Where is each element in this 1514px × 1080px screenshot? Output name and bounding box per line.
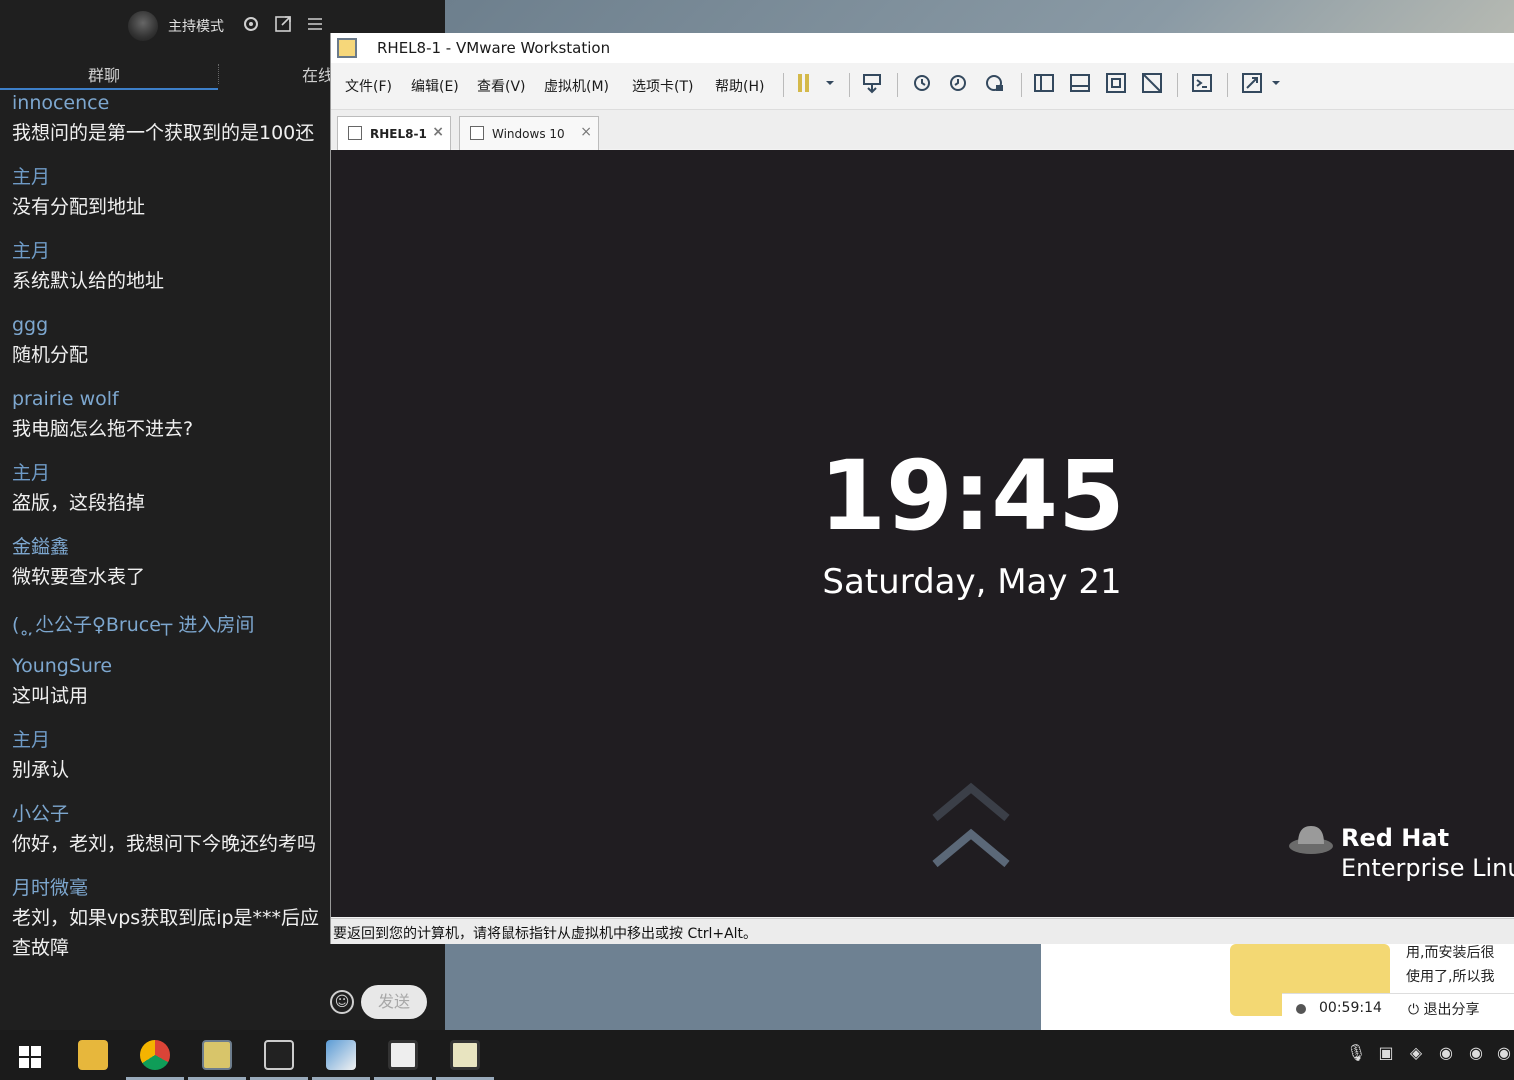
taskbar-media-player[interactable] [248, 1036, 310, 1080]
menu-icon[interactable] [304, 14, 326, 36]
microphone-icon[interactable]: 🎙 [1346, 1043, 1366, 1067]
vm-tab-icon [470, 126, 484, 140]
chevron-down-icon[interactable] [817, 72, 843, 98]
window-title: RHEL8-1 - VMware Workstation [377, 39, 611, 57]
menu-bar: 文件(F) 编辑(E) 查看(V) 虚拟机(M) 选项卡(T) 帮助(H) [331, 67, 1514, 103]
taskbar-file-explorer[interactable] [62, 1036, 124, 1080]
toolbar-divider [1227, 73, 1228, 97]
send-ctrl-alt-del-icon[interactable] [859, 72, 885, 98]
vmware-icon [202, 1040, 232, 1070]
tab-windows-10[interactable]: Windows 10 × [459, 116, 599, 150]
record-icon [1296, 1004, 1306, 1014]
tab-group-chat[interactable]: 群聊 [88, 62, 120, 86]
toolbar-divider [1021, 73, 1022, 97]
qq-icon[interactable]: ◉ [1436, 1043, 1456, 1067]
share-timer: 00:59:14 [1319, 1000, 1382, 1016]
sidebar-toggle-icon[interactable] [1031, 72, 1057, 98]
menu-vm[interactable]: 虚拟机(M) [544, 76, 609, 96]
status-hint: 要返回到您的计算机，请将鼠标指针从虚拟机中移出或按 Ctrl+Alt。 [333, 926, 758, 942]
start-button[interactable] [0, 1036, 62, 1080]
menu-help[interactable]: 帮助(H) [715, 76, 764, 96]
lockscreen-time: 19:45 [819, 440, 1125, 552]
menu-file[interactable]: 文件(F) [345, 76, 392, 96]
stretch-guest-icon[interactable] [1239, 72, 1265, 98]
vm-tab-icon [348, 126, 362, 140]
redhat-logo-icon [1289, 826, 1333, 854]
redhat-product: Enterprise Linu [1341, 854, 1514, 882]
menu-edit[interactable]: 编辑(E) [411, 76, 459, 96]
exit-share-button[interactable]: ⏻ 退出分享 [1408, 999, 1480, 1019]
tab-label: RHEL8-1 [370, 127, 427, 141]
unity-mode-icon[interactable] [1139, 72, 1165, 98]
lockscreen-date: Saturday, May 21 [822, 562, 1122, 602]
tab-rhel8-1[interactable]: RHEL8-1 × [337, 116, 451, 150]
media-player-icon [264, 1040, 294, 1070]
exit-share-label: 退出分享 [1423, 1002, 1480, 1018]
taskbar-app-terminal-2[interactable] [434, 1036, 496, 1080]
qq-icon[interactable]: ◉ [1494, 1043, 1514, 1067]
snapshot-icon[interactable] [909, 72, 935, 98]
chat-input-bar: ☺ 发送 [328, 984, 445, 1020]
fullscreen-icon[interactable] [1103, 72, 1129, 98]
tray-app-icon[interactable]: ▣ [1376, 1043, 1396, 1067]
tray-app-icon[interactable]: ◈ [1406, 1043, 1426, 1067]
taskbar-chrome[interactable] [124, 1036, 186, 1080]
pause-icon[interactable] [791, 72, 817, 98]
app-icon [388, 1040, 418, 1070]
chevron-up-icon[interactable] [931, 828, 1011, 868]
chrome-icon [140, 1040, 170, 1070]
share-caption-line: 用,而安装后很 [1406, 945, 1495, 961]
app-icon [450, 1040, 480, 1070]
emoji-icon[interactable]: ☺ [330, 990, 354, 1014]
toolbar-divider [897, 73, 898, 97]
redhat-brand: Red Hat [1341, 824, 1450, 852]
vm-tab-strip: RHEL8-1 × Windows 10 × [331, 109, 1514, 150]
share-caption-line: 使用了,所以我 [1406, 969, 1495, 985]
vmware-logo-icon [337, 38, 357, 58]
host-avatar[interactable] [128, 11, 158, 41]
window-titlebar[interactable]: RHEL8-1 - VMware Workstation [331, 33, 1514, 63]
toolbar-divider [849, 73, 850, 97]
thumbnail-bar-icon[interactable] [1067, 72, 1093, 98]
close-icon[interactable]: × [432, 124, 444, 140]
system-join-notice: (˳ ̦̦̦尐公子♀Bruce┬ 进入房间 [12, 614, 255, 636]
console-icon[interactable] [1189, 72, 1215, 98]
settings-icon[interactable] [240, 14, 262, 36]
chevron-up-icon [932, 782, 1010, 822]
qq-icon[interactable]: ◉ [1466, 1043, 1486, 1067]
vmware-window: RHEL8-1 - VMware Workstation 文件(F) 编辑(E)… [330, 33, 1514, 944]
send-button[interactable]: 发送 [361, 985, 427, 1019]
tab-label: Windows 10 [492, 127, 565, 141]
toolbar-divider [1177, 73, 1178, 97]
toolbar-divider [783, 73, 784, 97]
revert-snapshot-icon[interactable] [945, 72, 971, 98]
host-mode-label[interactable]: 主持模式 [168, 16, 224, 36]
paint-icon [326, 1040, 356, 1070]
taskbar-vmware[interactable] [186, 1036, 248, 1080]
chevron-down-icon[interactable] [1263, 72, 1289, 98]
folder-icon [78, 1040, 108, 1070]
desktop-wallpaper-strip [445, 944, 1041, 1030]
popout-icon[interactable] [272, 14, 294, 36]
snapshot-manager-icon[interactable] [981, 72, 1007, 98]
menu-tabs[interactable]: 选项卡(T) [632, 76, 693, 96]
taskbar-paint[interactable] [310, 1036, 372, 1080]
close-icon[interactable]: × [580, 124, 592, 140]
tab-divider [218, 64, 219, 84]
taskbar: 🎙 ▣ ◈ ◉ ◉ ◉ [0, 1030, 1514, 1080]
menu-view[interactable]: 查看(V) [477, 76, 526, 96]
windows-logo-icon [19, 1046, 41, 1068]
share-control-bar: 00:59:14 ⏻ 退出分享 [1282, 993, 1514, 1023]
vm-status-bar: 要返回到您的计算机，请将鼠标指针从虚拟机中移出或按 Ctrl+Alt。 [331, 918, 1514, 944]
taskbar-app-terminal-1[interactable] [372, 1036, 434, 1080]
vm-display[interactable]: 19:45 Saturday, May 21 Red Hat Enterpris… [331, 150, 1514, 917]
